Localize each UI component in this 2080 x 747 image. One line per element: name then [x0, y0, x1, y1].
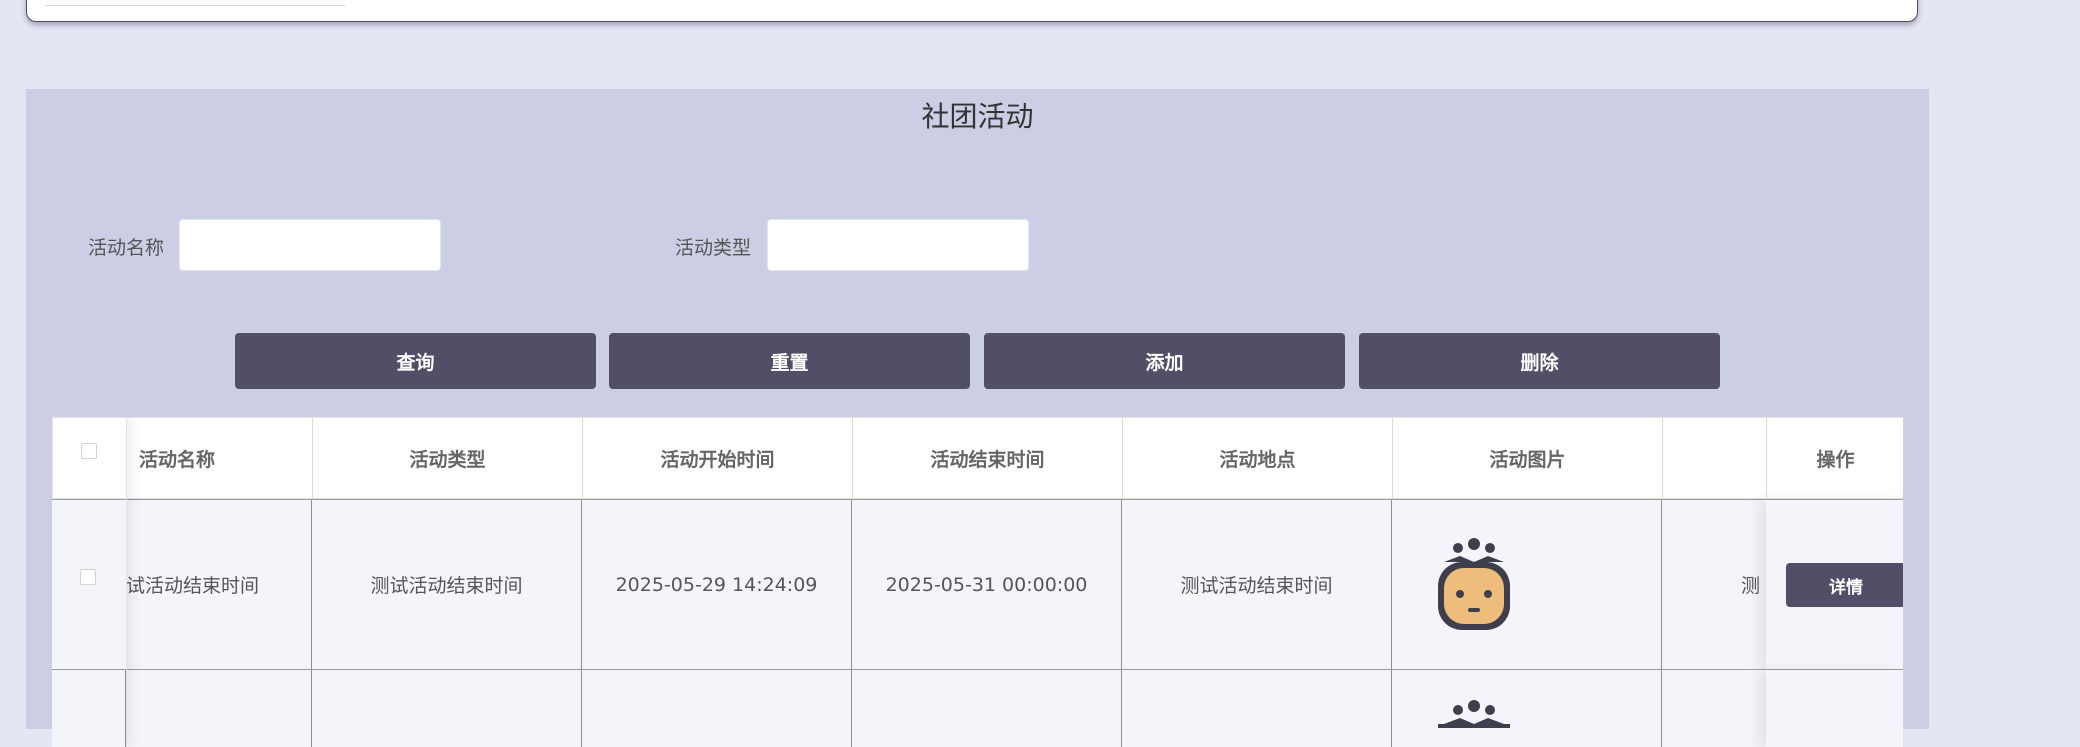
divider	[45, 5, 345, 6]
activity-type-label: 活动类型	[675, 237, 752, 259]
cell-start-time	[582, 670, 852, 747]
cell-location: 测试活动结束时间	[1122, 500, 1392, 669]
column-header-blank	[1663, 418, 1767, 498]
cell-start-time: 2025-05-29 14:24:09	[582, 500, 852, 669]
cell-actions: 详情	[1766, 500, 1903, 669]
table-row: 试活动结束时间 测试活动结束时间 2025-05-29 14:24:09 202…	[52, 499, 1903, 669]
cell-type	[312, 670, 582, 747]
detail-button[interactable]: 详情	[1786, 563, 1903, 607]
table-header: 活动名称 活动类型 活动开始时间 活动结束时间 活动地点 活动图片 操作	[52, 417, 1903, 499]
activity-type-input[interactable]	[767, 219, 1029, 271]
main-panel: 社团活动 活动名称 活动类型 查询 重置 添加 删除 活动名称 活动类型 活动开…	[26, 89, 1929, 747]
activity-table: 活动名称 活动类型 活动开始时间 活动结束时间 活动地点 活动图片 操作 试活动…	[52, 417, 1903, 747]
cell-image	[1392, 500, 1662, 669]
query-button[interactable]: 查询	[235, 333, 596, 389]
column-header-location[interactable]: 活动地点	[1123, 418, 1393, 498]
column-header-name[interactable]: 活动名称	[127, 418, 313, 498]
robot-avatar-icon	[1438, 537, 1510, 630]
cell-type: 测试活动结束时间	[312, 500, 582, 669]
column-header-image[interactable]: 活动图片	[1393, 418, 1663, 498]
cell-end-time: 2025-05-31 00:00:00	[852, 500, 1122, 669]
cell-end-time	[852, 670, 1122, 747]
column-header-actions: 操作	[1767, 418, 1903, 498]
column-header-type[interactable]: 活动类型	[313, 418, 583, 498]
cell-location	[1122, 670, 1392, 747]
add-button[interactable]: 添加	[984, 333, 1345, 389]
page-title: 社团活动	[921, 100, 1034, 133]
reset-button[interactable]: 重置	[609, 333, 970, 389]
column-header-start-time[interactable]: 活动开始时间	[583, 418, 853, 498]
fixed-left-column-shadow	[52, 417, 127, 747]
top-card	[26, 0, 1918, 22]
cell-overflow	[1662, 670, 1766, 747]
cell-name	[126, 670, 312, 747]
cell-image	[1392, 670, 1662, 747]
cell-name: 试活动结束时间	[126, 500, 312, 669]
table-row	[52, 669, 1903, 747]
cell-actions	[1766, 670, 1903, 747]
delete-button[interactable]: 删除	[1359, 333, 1720, 389]
activity-name-input[interactable]	[179, 219, 441, 271]
column-header-end-time[interactable]: 活动结束时间	[853, 418, 1123, 498]
cell-overflow: 测	[1740, 575, 1760, 597]
activity-name-label: 活动名称	[88, 237, 165, 259]
robot-avatar-icon	[1438, 700, 1510, 728]
